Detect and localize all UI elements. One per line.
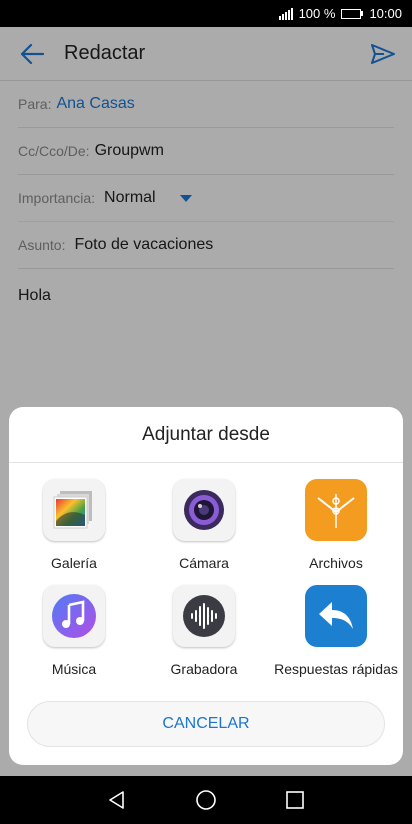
- option-gallery[interactable]: Galería: [9, 479, 139, 571]
- camera-icon[interactable]: [173, 479, 235, 541]
- recorder-icon[interactable]: [173, 585, 235, 647]
- music-icon[interactable]: [43, 585, 105, 647]
- attach-options: Galería Cámara Archivos Música Grabadora…: [9, 479, 403, 677]
- gallery-label: Galería: [51, 555, 97, 571]
- battery-percent: 100 %: [298, 6, 336, 21]
- gallery-icon[interactable]: [43, 479, 105, 541]
- clock: 10:00: [369, 6, 402, 21]
- attach-sheet: Adjuntar desde Galería Cámara Archivos M…: [9, 407, 403, 765]
- signal-icon: [278, 7, 293, 20]
- option-files[interactable]: Archivos: [269, 479, 403, 571]
- option-music[interactable]: Música: [9, 585, 139, 677]
- files-icon[interactable]: [305, 479, 367, 541]
- nav-recents-icon[interactable]: [280, 785, 310, 815]
- quick-replies-label: Respuestas rápidas: [274, 661, 398, 677]
- recorder-label: Grabadora: [170, 661, 238, 677]
- system-nav-bar: [0, 776, 412, 824]
- option-camera[interactable]: Cámara: [139, 479, 269, 571]
- nav-home-icon[interactable]: [191, 785, 221, 815]
- battery-icon: [341, 8, 364, 19]
- files-label: Archivos: [309, 555, 363, 571]
- option-recorder[interactable]: Grabadora: [139, 585, 269, 677]
- cancel-button[interactable]: CANCELAR: [27, 701, 385, 747]
- option-quick-replies[interactable]: Respuestas rápidas: [269, 585, 403, 677]
- nav-back-icon[interactable]: [102, 785, 132, 815]
- music-label: Música: [51, 661, 97, 677]
- status-bar: 100 % 10:00: [0, 0, 412, 27]
- sheet-title: Adjuntar desde: [9, 407, 403, 463]
- camera-label: Cámara: [179, 555, 229, 571]
- quick-replies-icon[interactable]: [305, 585, 367, 647]
